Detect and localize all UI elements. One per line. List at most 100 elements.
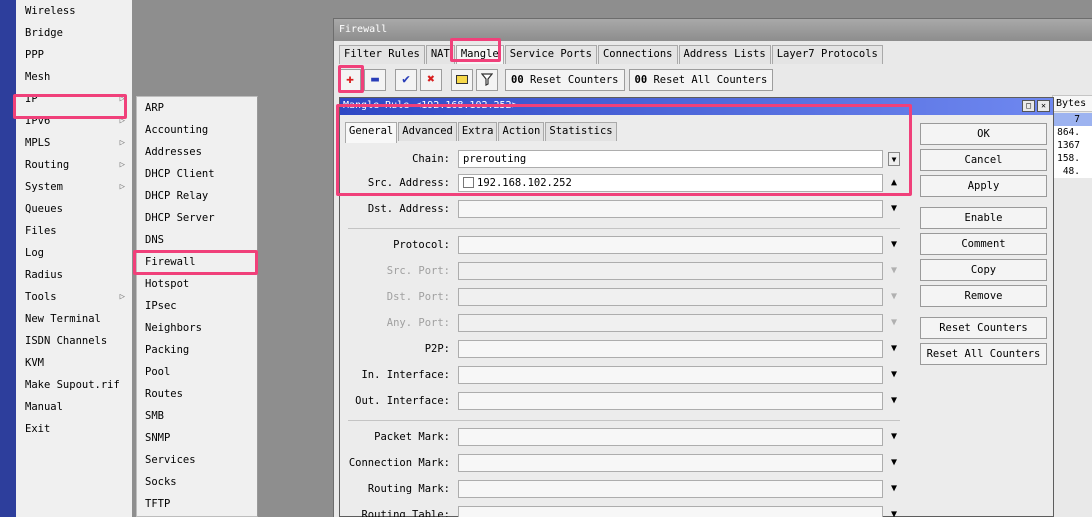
chain-field[interactable]: prerouting xyxy=(458,150,883,168)
tab-action[interactable]: Action xyxy=(498,122,545,141)
in-interface-field[interactable] xyxy=(458,366,883,384)
menu-item-routing[interactable]: Routing ▷ xyxy=(16,154,132,176)
menu-item-manual[interactable]: Manual xyxy=(16,396,132,418)
dst-port-field[interactable] xyxy=(458,288,883,306)
menu-item-log[interactable]: Log xyxy=(16,242,132,264)
submenu-item-neighbors[interactable]: Neighbors xyxy=(137,317,257,339)
add-icon[interactable]: ✚ xyxy=(339,68,361,91)
reset-all-counters-side-button[interactable]: Reset All Counters xyxy=(920,343,1047,365)
menu-item-kvm[interactable]: KVM xyxy=(16,352,132,374)
menu-item-mpls[interactable]: MPLS ▷ xyxy=(16,132,132,154)
tab-advanced[interactable]: Advanced xyxy=(398,122,457,141)
menu-item-mesh[interactable]: Mesh xyxy=(16,66,132,88)
reset-all-counters-button[interactable]: 00 Reset All Counters xyxy=(628,68,774,91)
submenu-item-snmp[interactable]: SNMP xyxy=(137,427,257,449)
menu-item-bridge[interactable]: Bridge xyxy=(16,22,132,44)
remove-button[interactable]: Remove xyxy=(920,285,1047,307)
bytes-cell[interactable]: 48. xyxy=(1052,165,1092,178)
tab-layer7-protocols[interactable]: Layer7 Protocols xyxy=(771,45,883,64)
submenu-item-dhcp-server[interactable]: DHCP Server xyxy=(137,207,257,229)
expand-down-icon[interactable]: ▼ xyxy=(888,238,900,252)
protocol-field[interactable] xyxy=(458,236,883,254)
expand-down-icon[interactable]: ▼ xyxy=(888,508,900,517)
dst-address-field[interactable] xyxy=(458,200,883,218)
submenu-item-dhcp-relay[interactable]: DHCP Relay xyxy=(137,185,257,207)
expand-down-icon[interactable]: ▼ xyxy=(888,202,900,216)
menu-item-wireless[interactable]: Wireless xyxy=(16,0,132,22)
close-icon[interactable]: ✕ xyxy=(1037,100,1050,112)
menu-item-ip[interactable]: IP ▷ xyxy=(16,88,132,110)
submenu-item-services[interactable]: Services xyxy=(137,449,257,471)
bytes-cell[interactable]: 864. xyxy=(1052,126,1092,139)
connection-mark-field[interactable] xyxy=(458,454,883,472)
menu-item-new-terminal[interactable]: New Terminal xyxy=(16,308,132,330)
submenu-item-socks[interactable]: Socks xyxy=(137,471,257,493)
src-port-field[interactable] xyxy=(458,262,883,280)
submenu-item-dhcp-client[interactable]: DHCP Client xyxy=(137,163,257,185)
enable-check-icon[interactable]: ✔ xyxy=(395,68,417,91)
invert-checkbox[interactable] xyxy=(463,177,474,188)
bytes-cell[interactable]: 7 xyxy=(1052,113,1092,126)
comment-note-icon[interactable] xyxy=(451,68,473,91)
any-port-field[interactable] xyxy=(458,314,883,332)
firewall-window-title[interactable]: Firewall xyxy=(334,19,1092,41)
tab-mangle[interactable]: Mangle xyxy=(455,45,504,64)
expand-down-icon[interactable]: ▼ xyxy=(888,430,900,444)
bytes-cell[interactable]: 1367 xyxy=(1052,139,1092,152)
ok-button[interactable]: OK xyxy=(920,123,1047,145)
p2p-field[interactable] xyxy=(458,340,883,358)
collapse-up-icon[interactable]: ▲ xyxy=(888,176,900,190)
menu-item-queues[interactable]: Queues xyxy=(16,198,132,220)
submenu-item-tftp[interactable]: TFTP xyxy=(137,493,257,515)
expand-down-icon[interactable]: ▼ xyxy=(888,342,900,356)
apply-button[interactable]: Apply xyxy=(920,175,1047,197)
submenu-item-hotspot[interactable]: Hotspot xyxy=(137,273,257,295)
submenu-item-smb[interactable]: SMB xyxy=(137,405,257,427)
menu-item-tools[interactable]: Tools ▷ xyxy=(16,286,132,308)
maximize-icon[interactable]: □ xyxy=(1022,100,1035,112)
bytes-cell[interactable]: 158. xyxy=(1052,152,1092,165)
submenu-item-arp[interactable]: ARP xyxy=(137,97,257,119)
tab-statistics[interactable]: Statistics xyxy=(545,122,617,141)
menu-item-isdn-channels[interactable]: ISDN Channels xyxy=(16,330,132,352)
submenu-item-packing[interactable]: Packing xyxy=(137,339,257,361)
expand-down-icon[interactable]: ▼ xyxy=(888,482,900,496)
expand-down-icon[interactable]: ▼ xyxy=(888,394,900,408)
submenu-item-routes[interactable]: Routes xyxy=(137,383,257,405)
column-header-bytes[interactable]: Bytes xyxy=(1052,95,1092,112)
copy-button[interactable]: Copy xyxy=(920,259,1047,281)
expand-down-icon[interactable]: ▼ xyxy=(888,368,900,382)
menu-item-make-supout[interactable]: Make Supout.rif xyxy=(16,374,132,396)
submenu-item-addresses[interactable]: Addresses xyxy=(137,141,257,163)
menu-item-ipv6[interactable]: IPv6 ▷ xyxy=(16,110,132,132)
menu-item-exit[interactable]: Exit xyxy=(16,418,132,440)
submenu-item-dns[interactable]: DNS xyxy=(137,229,257,251)
dialog-title-bar[interactable]: Mangle Rule <192.168.102.252> □ ✕ xyxy=(340,98,1053,115)
routing-mark-field[interactable] xyxy=(458,480,883,498)
filter-funnel-icon[interactable] xyxy=(476,68,498,91)
out-interface-field[interactable] xyxy=(458,392,883,410)
submenu-item-pool[interactable]: Pool xyxy=(137,361,257,383)
enable-button[interactable]: Enable xyxy=(920,207,1047,229)
tab-connections[interactable]: Connections xyxy=(597,45,678,64)
menu-item-radius[interactable]: Radius xyxy=(16,264,132,286)
routing-table-field[interactable] xyxy=(458,506,883,517)
remove-icon[interactable]: ▬ xyxy=(364,68,386,91)
tab-nat[interactable]: NAT xyxy=(425,45,455,64)
disable-x-icon[interactable]: ✖ xyxy=(420,68,442,91)
comment-button[interactable]: Comment xyxy=(920,233,1047,255)
expand-down-icon[interactable]: ▼ xyxy=(888,456,900,470)
packet-mark-field[interactable] xyxy=(458,428,883,446)
tab-filter-rules[interactable]: Filter Rules xyxy=(339,45,425,64)
cancel-button[interactable]: Cancel xyxy=(920,149,1047,171)
submenu-item-ipsec[interactable]: IPsec xyxy=(137,295,257,317)
src-address-field[interactable]: 192.168.102.252 xyxy=(458,174,883,192)
tab-service-ports[interactable]: Service Ports xyxy=(504,45,597,64)
menu-item-system[interactable]: System ▷ xyxy=(16,176,132,198)
tab-general[interactable]: General xyxy=(345,122,398,143)
menu-item-ppp[interactable]: PPP xyxy=(16,44,132,66)
menu-item-files[interactable]: Files xyxy=(16,220,132,242)
reset-counters-side-button[interactable]: Reset Counters xyxy=(920,317,1047,339)
reset-counters-button[interactable]: 00 Reset Counters xyxy=(505,68,625,91)
tab-address-lists[interactable]: Address Lists xyxy=(678,45,771,64)
